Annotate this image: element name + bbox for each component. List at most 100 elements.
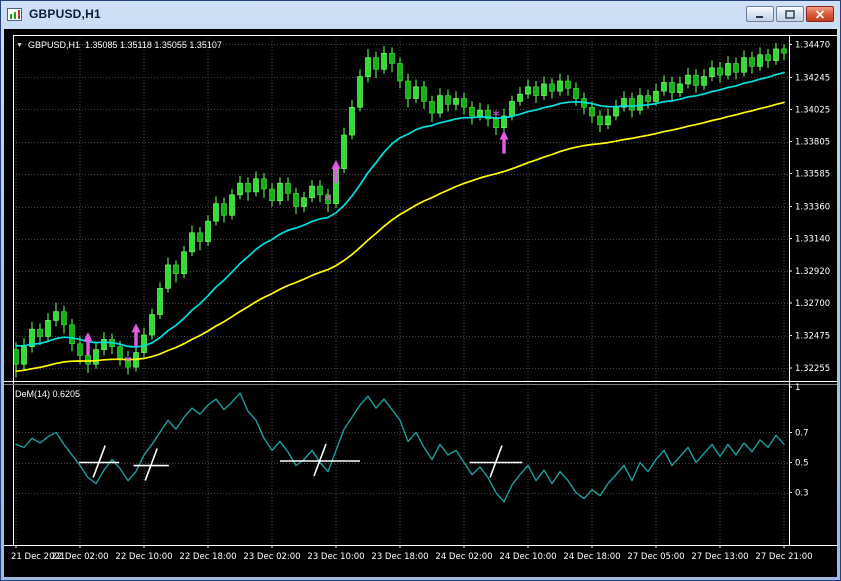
price-tick-label: 1.33805	[795, 138, 830, 148]
candle-body	[661, 82, 667, 92]
candle-body	[149, 314, 155, 336]
candle-body	[717, 67, 723, 76]
minimize-button[interactable]	[746, 6, 774, 22]
price-tick-label: 1.33360	[795, 203, 830, 213]
candle-body	[525, 86, 531, 95]
candle-body	[309, 185, 315, 199]
buy-arrow-icon	[331, 159, 341, 183]
symbol-label: GBPUSD,H1	[27, 40, 80, 50]
candle-body	[141, 334, 147, 353]
signal-mark-slash	[144, 448, 158, 481]
buy-arrow-icon	[83, 332, 93, 356]
candle-body	[541, 83, 547, 96]
candle-body	[557, 80, 563, 92]
signal-mark-slash	[489, 445, 503, 478]
candle-body	[349, 106, 355, 136]
candle-body	[637, 95, 643, 111]
candle-body	[453, 98, 459, 105]
signal-mark-slash	[313, 443, 327, 477]
indicator-tick-label: 0.3	[795, 489, 809, 499]
candle-body	[733, 63, 739, 73]
signal-mark-slash	[92, 445, 106, 478]
candle-body	[117, 346, 123, 359]
candle-body	[317, 185, 323, 196]
chart-canvas[interactable]: * * * 1.34470 1.34245 1.34025 1.33805 1.33585 1.…	[4, 29, 837, 577]
maximize-icon	[785, 9, 795, 19]
candle-body	[701, 76, 707, 86]
star-icon: *	[324, 192, 332, 210]
indicator-tick-label: 0.5	[795, 459, 809, 469]
chart-window-icon[interactable]	[7, 7, 23, 22]
maximize-button[interactable]	[776, 6, 804, 22]
candle-body	[781, 48, 787, 54]
candle-body	[589, 106, 595, 117]
candle-body	[77, 343, 83, 356]
ohlc-toggle-icon[interactable]: ▼	[16, 42, 23, 49]
candle-body	[725, 63, 731, 76]
candle-body	[765, 54, 771, 61]
candle-body	[85, 355, 91, 365]
time-tick-label: 24 Dec 10:00	[499, 552, 556, 562]
candle-body	[685, 74, 691, 85]
candle-body	[437, 95, 443, 114]
candle-body	[749, 57, 755, 67]
candle-body	[461, 98, 467, 108]
candle-body	[773, 48, 779, 61]
candle-body	[13, 349, 19, 365]
price-tick-label: 1.34025	[795, 105, 830, 115]
price-tick-label: 1.34470	[795, 40, 830, 50]
candle-body	[261, 178, 267, 190]
time-tick-label: 22 Dec 10:00	[115, 552, 172, 562]
window-titlebar[interactable]: GBPUSD,H1	[1, 1, 840, 27]
candle-body	[365, 57, 371, 77]
candle-body	[101, 339, 107, 350]
buy-arrow-icon	[131, 323, 141, 347]
time-tick-label: 27 Dec 21:00	[755, 552, 812, 562]
star-icon: *	[124, 352, 132, 370]
candle-body	[93, 349, 99, 365]
price-tick-label: 1.33585	[795, 170, 830, 180]
window-controls	[746, 6, 834, 22]
candle-body	[181, 251, 187, 274]
mt4-chart-window: GBPUSD,H1 * * * 1.34470 1.34245 1.34025 1.3380…	[0, 0, 841, 581]
candle-body	[237, 182, 243, 196]
candle-body	[741, 57, 747, 73]
candle-body	[229, 194, 235, 216]
candle-body	[165, 264, 171, 289]
price-tick-label: 1.32255	[795, 364, 830, 374]
candle-body	[573, 87, 579, 99]
time-tick-label: 24 Dec 02:00	[435, 552, 492, 562]
price-tick-label: 1.32920	[795, 267, 830, 277]
buy-arrow-icon	[499, 130, 509, 154]
candle-body	[645, 95, 651, 102]
chart-client-area[interactable]: * * * 1.34470 1.34245 1.34025 1.33805 1.33585 1.…	[4, 29, 837, 577]
indicator-label: DeM(14) 0.6205	[15, 389, 81, 399]
candle-body	[173, 264, 179, 274]
time-tick-label: 24 Dec 18:00	[563, 552, 620, 562]
candle-body	[293, 193, 299, 207]
candle-body	[53, 311, 59, 321]
candle-body	[469, 106, 475, 117]
minimize-icon	[756, 15, 763, 18]
price-tick-label: 1.34245	[795, 73, 830, 83]
candle-body	[549, 83, 555, 92]
close-button[interactable]	[806, 6, 834, 22]
price-tick-label: 1.33140	[795, 235, 830, 245]
candle-body	[629, 98, 635, 111]
candle-body	[277, 182, 283, 202]
candle-body	[269, 188, 275, 202]
candle-body	[189, 232, 195, 253]
candle-body	[205, 220, 211, 242]
window-title: GBPUSD,H1	[29, 7, 101, 21]
candle-body	[389, 52, 395, 64]
time-tick-label: 23 Dec 02:00	[243, 552, 300, 562]
candle-body	[61, 311, 67, 326]
candle-body	[69, 324, 75, 345]
star-icon: *	[492, 107, 500, 125]
price-tick-label: 1.32700	[795, 299, 830, 309]
candle-body	[605, 115, 611, 126]
ohlc-values: 1.35085 1.35118 1.35055 1.35107	[84, 40, 222, 50]
candle-body	[565, 80, 571, 89]
time-tick-label: 27 Dec 05:00	[627, 552, 684, 562]
candle-body	[709, 67, 715, 77]
